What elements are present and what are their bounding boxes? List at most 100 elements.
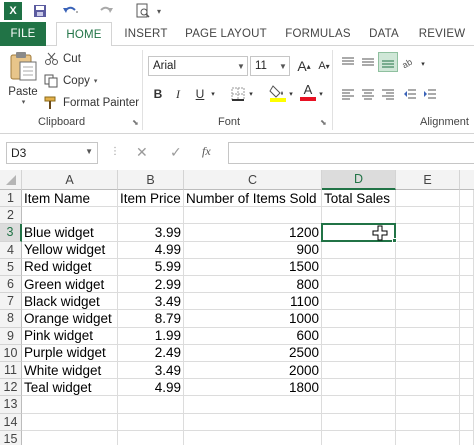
cell[interactable]: Green widget [22, 276, 118, 294]
cell[interactable]: 1200 [184, 224, 322, 242]
row-header[interactable]: 15 [0, 430, 22, 445]
row-header[interactable]: 3 [0, 224, 22, 242]
cell[interactable] [184, 396, 322, 414]
bold-button[interactable]: B [148, 84, 168, 104]
row-header[interactable]: 1 [0, 190, 22, 208]
cell[interactable]: 2500 [184, 344, 322, 362]
align-left-icon[interactable] [338, 84, 358, 104]
font-launcher-icon[interactable]: ⬊ [320, 118, 327, 127]
cell[interactable] [460, 413, 474, 431]
row-header[interactable]: 8 [0, 310, 22, 328]
cell[interactable] [118, 430, 184, 445]
orientation-icon[interactable]: ab [400, 52, 420, 72]
cut-button[interactable]: Cut [44, 50, 81, 68]
cell[interactable]: 600 [184, 327, 322, 345]
cell[interactable]: 900 [184, 241, 322, 259]
cell[interactable] [118, 396, 184, 414]
cell[interactable] [22, 413, 118, 431]
cell[interactable]: 4.99 [118, 241, 184, 259]
cell[interactable] [396, 190, 460, 208]
cell[interactable] [322, 413, 396, 431]
cell[interactable] [322, 293, 396, 311]
cell[interactable] [460, 293, 474, 311]
header-cell[interactable]: Item Name [22, 190, 118, 208]
cell[interactable] [460, 396, 474, 414]
borders-button[interactable] [228, 84, 248, 104]
cell[interactable]: 8.79 [118, 310, 184, 328]
cell[interactable]: 1800 [184, 379, 322, 397]
italic-button[interactable]: I [168, 84, 188, 104]
cell[interactable]: 3.49 [118, 293, 184, 311]
cell[interactable] [460, 344, 474, 362]
header-cell[interactable]: Item Price [118, 190, 184, 208]
cell[interactable] [460, 207, 474, 225]
chevron-down-icon[interactable]: ▼ [85, 147, 93, 156]
tab-page-layout[interactable]: PAGE LAYOUT [180, 22, 272, 46]
cell[interactable] [460, 430, 474, 445]
cell[interactable] [396, 327, 460, 345]
row-header[interactable]: 14 [0, 413, 22, 431]
cell[interactable]: 2.99 [118, 276, 184, 294]
cell[interactable] [22, 430, 118, 445]
fill-color-button[interactable] [268, 82, 288, 102]
cell[interactable] [460, 276, 474, 294]
row-header[interactable]: 13 [0, 396, 22, 414]
print-preview-icon[interactable] [134, 2, 152, 20]
cell[interactable]: Yellow widget [22, 241, 118, 259]
cell[interactable]: Black widget [22, 293, 118, 311]
cell[interactable] [460, 241, 474, 259]
row-header[interactable]: 5 [0, 258, 22, 276]
insert-function-icon[interactable]: fx [202, 144, 211, 159]
orientation-dropdown-icon[interactable]: ▾ [418, 54, 428, 74]
cell[interactable] [460, 258, 474, 276]
cell[interactable] [322, 396, 396, 414]
cell[interactable]: Blue widget [22, 224, 118, 242]
cell[interactable] [322, 258, 396, 276]
cell[interactable] [396, 276, 460, 294]
cell[interactable]: Pink widget [22, 327, 118, 345]
font-color-button[interactable]: A [298, 82, 318, 102]
column-header-e[interactable]: E [396, 170, 460, 190]
cell[interactable] [396, 344, 460, 362]
cell[interactable] [22, 396, 118, 414]
align-bottom-icon[interactable] [378, 52, 398, 72]
save-icon[interactable] [30, 2, 50, 20]
font-color-dropdown-icon[interactable]: ▾ [316, 84, 326, 104]
row-header[interactable]: 11 [0, 362, 22, 380]
fill-color-dropdown-icon[interactable]: ▾ [286, 84, 296, 104]
cell[interactable] [460, 224, 474, 242]
decrease-indent-icon[interactable] [400, 84, 420, 104]
cell[interactable]: White widget [22, 362, 118, 380]
formula-input[interactable] [228, 142, 474, 164]
cell[interactable] [396, 241, 460, 259]
font-name-select[interactable]: Arial ▼ [148, 56, 248, 76]
cell[interactable]: 3.99 [118, 224, 184, 242]
tab-formulas[interactable]: FORMULAS [280, 22, 356, 46]
copy-button[interactable]: Copy ▾ [44, 72, 97, 90]
cell[interactable] [22, 207, 118, 225]
font-size-select[interactable]: 11 ▼ [250, 56, 290, 76]
cell[interactable]: 2000 [184, 362, 322, 380]
cell[interactable] [118, 413, 184, 431]
cell[interactable]: 1500 [184, 258, 322, 276]
cell[interactable]: Purple widget [22, 344, 118, 362]
row-header[interactable]: 2 [0, 207, 22, 225]
cell[interactable] [396, 293, 460, 311]
cell[interactable] [396, 224, 460, 242]
row-header[interactable]: 9 [0, 327, 22, 345]
cell[interactable] [396, 310, 460, 328]
format-painter-button[interactable]: Format Painter [44, 94, 139, 112]
cell[interactable]: 1.99 [118, 327, 184, 345]
increase-indent-icon[interactable] [420, 84, 440, 104]
cell[interactable] [396, 362, 460, 380]
cell[interactable] [322, 362, 396, 380]
cell[interactable]: Red widget [22, 258, 118, 276]
row-header[interactable]: 6 [0, 276, 22, 294]
clipboard-launcher-icon[interactable]: ⬊ [132, 118, 139, 127]
cell[interactable] [184, 413, 322, 431]
align-middle-icon[interactable] [358, 52, 378, 72]
column-header-d[interactable]: D [322, 170, 396, 190]
customize-toolbar-icon[interactable]: ▾ [154, 2, 164, 20]
cell[interactable]: Orange widget [22, 310, 118, 328]
cell[interactable] [322, 327, 396, 345]
